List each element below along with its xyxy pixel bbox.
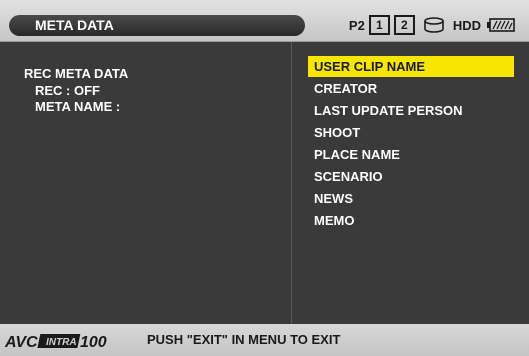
exit-instruction: PUSH "EXIT" IN MENU TO EXIT	[147, 332, 341, 347]
menu-item-user-clip-name[interactable]: USER CLIP NAME	[308, 56, 514, 77]
page-title: META DATA	[9, 15, 305, 36]
svg-text:100: 100	[80, 334, 107, 350]
meta-data-menu: USER CLIP NAME CREATOR LAST UPDATE PERSO…	[293, 42, 529, 324]
rec-status: REC : OFF	[35, 83, 100, 98]
menu-item-shoot[interactable]: SHOOT	[308, 122, 360, 143]
disk-slot-icon	[424, 17, 444, 33]
slot-2-indicator: 2	[393, 15, 415, 35]
menu-item-last-update-person[interactable]: LAST UPDATE PERSON	[308, 100, 463, 121]
svg-text:INTRA: INTRA	[46, 337, 77, 348]
battery-icon	[487, 18, 515, 32]
rec-meta-data-heading: REC META DATA	[24, 66, 129, 81]
menu-item-memo[interactable]: MEMO	[308, 210, 354, 231]
menu-item-place-name[interactable]: PLACE NAME	[308, 144, 400, 165]
hdd-label: HDD	[452, 17, 481, 33]
rec-meta-data-panel: REC META DATA REC : OFF META NAME :	[0, 42, 292, 324]
p2-label: P2	[348, 17, 365, 33]
menu-item-creator[interactable]: CREATOR	[308, 78, 377, 99]
meta-name: META NAME :	[35, 99, 121, 114]
menu-item-scenario[interactable]: SCENARIO	[308, 166, 383, 187]
top-bar: META DATA P2 1 2 HDD	[0, 0, 529, 42]
slot-1-indicator: 1	[368, 15, 390, 35]
media-status: P2 1 2 HDD	[349, 14, 515, 36]
menu-item-news[interactable]: NEWS	[308, 188, 353, 209]
svg-text:AVC: AVC	[5, 334, 38, 350]
avc-intra-logo: AVC INTRA 100	[5, 334, 107, 350]
bottom-bar: AVC INTRA 100 PUSH "EXIT" IN MENU TO EXI…	[0, 324, 529, 356]
